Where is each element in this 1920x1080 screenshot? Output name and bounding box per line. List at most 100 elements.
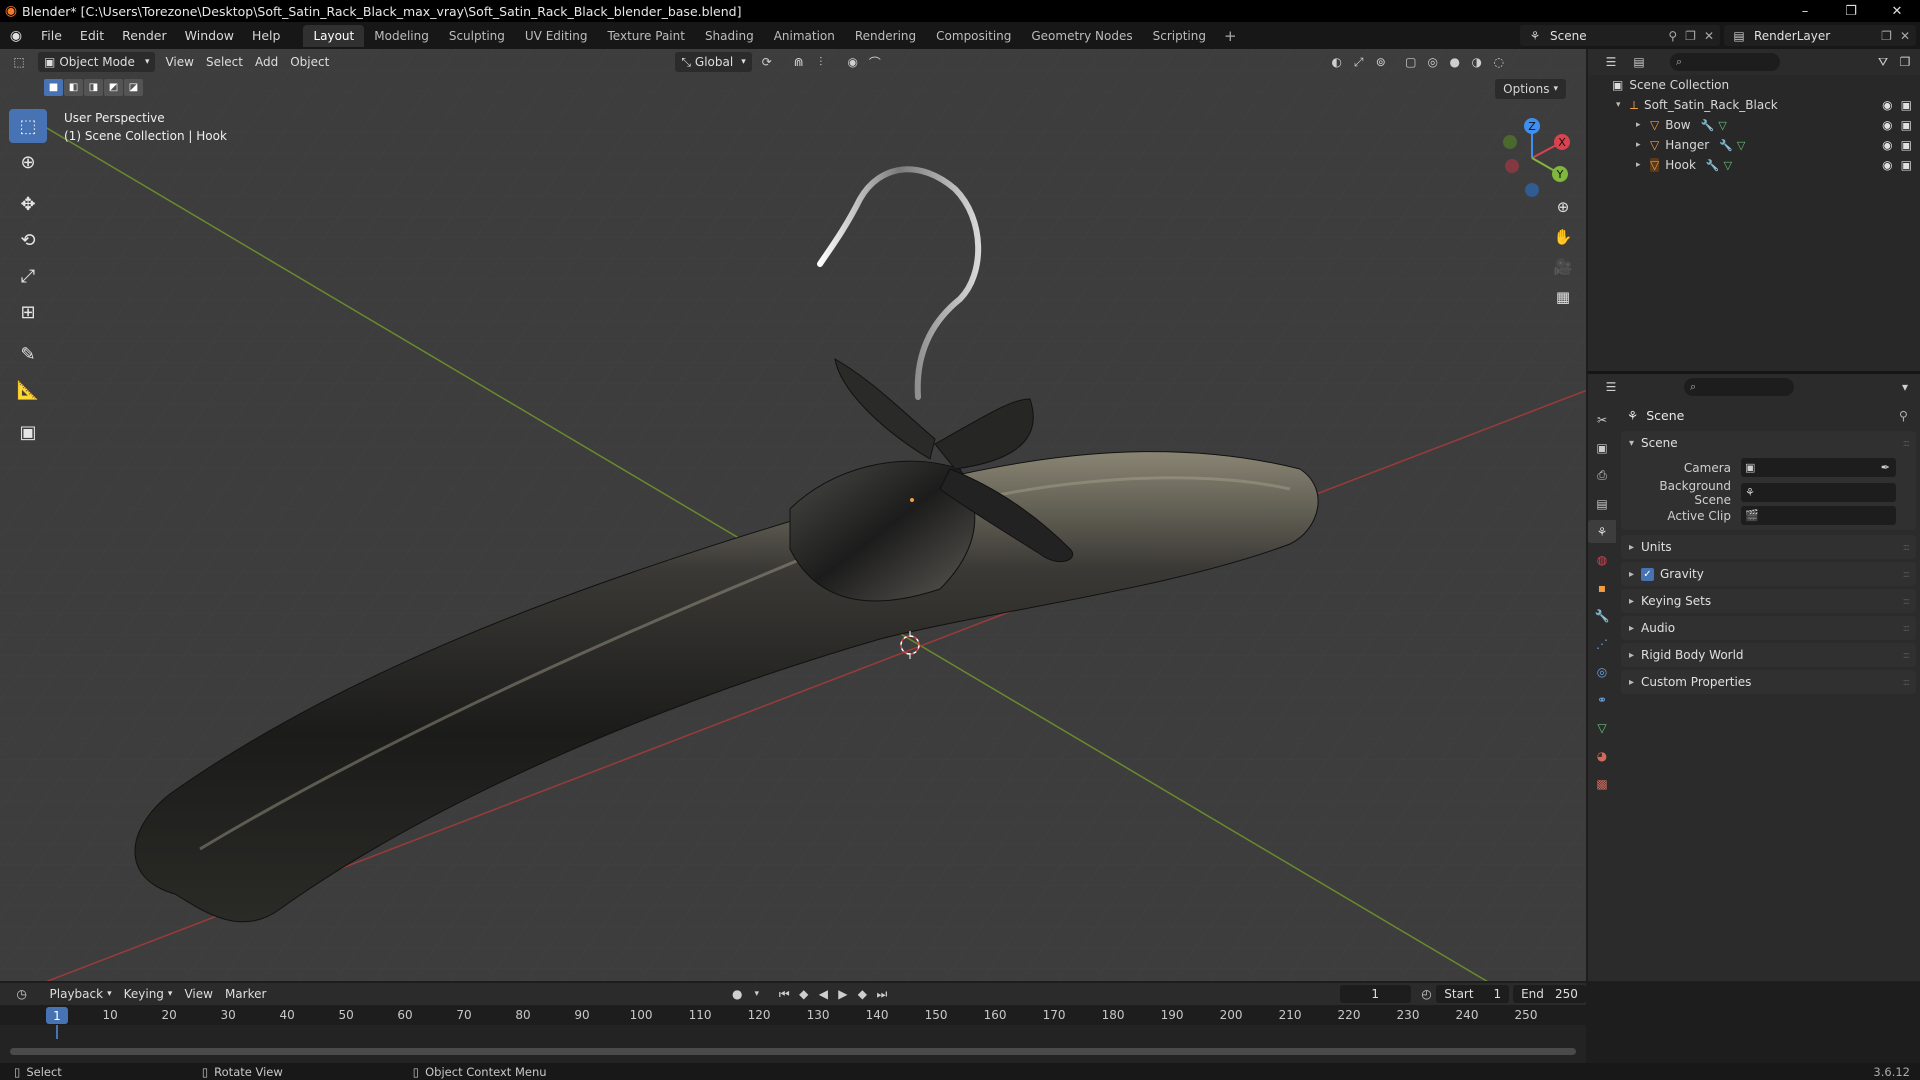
minimize-button[interactable]: – [1782,0,1828,22]
constraints-tab-icon[interactable]: ⚭ [1588,688,1616,711]
menu-edit[interactable]: Edit [71,28,113,43]
measure-tool-icon[interactable]: 📐 [9,373,47,407]
eyedropper-icon[interactable]: ✒ [1881,461,1890,474]
play-reverse-icon[interactable]: ◀ [814,984,834,1004]
modifier-wrench-icon[interactable]: 🔧 [1706,159,1720,172]
object-menu[interactable]: Object [284,52,335,72]
view-layer-tab-icon[interactable]: ▤ [1588,492,1616,515]
data-tab-icon[interactable]: ▽ [1588,716,1616,739]
transform-orientation-dropdown[interactable]: ⤡ Global ▾ [675,52,752,72]
properties-search-input[interactable]: ⌕ [1684,378,1794,396]
scene-panel-header[interactable]: ▾ Scene :::: [1621,431,1916,455]
new-scene-icon[interactable]: ❐ [1685,29,1696,43]
timeline-body[interactable] [0,1025,1586,1063]
gizmo-toggle-icon[interactable]: ⤢ [1348,52,1370,72]
particles-tab-icon[interactable]: ⋰ [1588,632,1616,655]
timeline-scrollbar[interactable] [10,1048,1576,1055]
gizmo-neg-x[interactable] [1505,159,1519,173]
start-frame-field[interactable]: Start 1 [1436,985,1510,1003]
rigid-body-world-panel-header[interactable]: ▸ Rigid Body World:::: [1621,643,1916,667]
eye-icon[interactable]: ◉ [1882,118,1892,132]
tab-modeling[interactable]: Modeling [364,25,439,47]
menu-help[interactable]: Help [243,28,290,43]
modifier-wrench-icon[interactable]: 🔧 [1701,119,1715,132]
filter-icon[interactable]: ⛛ [1872,52,1894,72]
pan-hand-icon[interactable]: ✋ [1548,224,1578,250]
expand-arrow-icon[interactable]: ▸ [1636,160,1650,170]
gizmo-neg-z[interactable] [1525,183,1539,197]
ortho-grid-icon[interactable]: ▦ [1548,284,1578,310]
outliner-row-hook[interactable]: ▸ ▽ Hook 🔧 ▽ ◉ ▣ [1588,155,1920,175]
select-box-tool-icon[interactable]: ⬚ [9,109,47,143]
gizmo-neg-y[interactable] [1503,135,1517,149]
active-clip-field[interactable]: 🎬 [1741,506,1896,525]
overlay-toggle-icon[interactable]: ⊚ [1370,52,1392,72]
visibility-icon[interactable]: ◐ [1326,52,1348,72]
subtract-selection-icon[interactable]: ◨ [84,79,103,96]
camera-render-icon[interactable]: ▣ [1901,98,1912,112]
background-scene-field[interactable]: ⚘ [1741,483,1896,502]
timeline-ruler[interactable]: 1 10 20 30 40 50 60 70 80 90 100 110 120 130 140 150 16… [0,1005,1586,1025]
tab-layout[interactable]: Layout [303,24,365,47]
cursor-tool-icon[interactable]: ⊕ [9,145,47,179]
camera-render-icon[interactable]: ▣ [1901,118,1912,132]
tab-rendering[interactable]: Rendering [845,25,926,47]
add-cube-tool-icon[interactable]: ▣ [9,415,47,449]
tab-scripting[interactable]: Scripting [1143,25,1216,47]
mesh-data-icon[interactable]: ▽ [1724,159,1732,172]
mesh-data-icon[interactable]: ▽ [1737,139,1745,152]
menu-window[interactable]: Window [176,28,243,43]
keying-sets-panel-header[interactable]: ▸ Keying Sets:::: [1621,589,1916,613]
audio-panel-header[interactable]: ▸ Audio:::: [1621,616,1916,640]
options-dropdown[interactable]: Options ▾ [1495,79,1566,99]
annotate-tool-icon[interactable]: ✎ [9,337,47,371]
snap-target-icon[interactable]: ⫶ [810,52,832,72]
jump-to-keyframe-back-icon[interactable]: ◆ [794,984,814,1004]
new-layer-icon[interactable]: ❐ [1881,29,1892,43]
view-menu[interactable]: View [159,52,199,72]
drag-handle-icon[interactable]: :::: [1903,569,1911,580]
tool-tab-icon[interactable]: ✂ [1588,408,1616,431]
drag-handle-icon[interactable]: :::: [1903,438,1911,449]
proportional-edit-icon[interactable]: ◉ [842,52,864,72]
outliner-row-bow[interactable]: ▸ ▽ Bow 🔧 ▽ ◉ ▣ [1588,115,1920,135]
expand-arrow-icon[interactable]: ▸ [1636,120,1650,130]
texture-tab-icon[interactable]: ▩ [1588,772,1616,795]
wireframe-shading-icon[interactable]: ◎ [1422,52,1444,72]
keying-menu[interactable]: Keying ▾ [118,984,179,1004]
pin-icon[interactable]: ⚲ [1899,408,1908,423]
tab-texture-paint[interactable]: Texture Paint [598,25,695,47]
camera-render-icon[interactable]: ▣ [1901,138,1912,152]
invert-selection-icon[interactable]: ◩ [104,79,123,96]
new-collection-icon[interactable]: ❐ [1894,52,1916,72]
navigation-gizmo[interactable]: X Z Y [1490,112,1578,200]
drag-handle-icon[interactable]: :::: [1903,542,1911,553]
camera-view-icon[interactable]: 🎥 [1548,254,1578,280]
timeline-editor-type-icon[interactable]: ◷ [12,984,32,1004]
move-tool-icon[interactable]: ✥ [9,187,47,221]
drag-handle-icon[interactable]: :::: [1903,677,1911,688]
menu-file[interactable]: File [32,28,71,43]
jump-to-end-icon[interactable]: ⏭ [872,984,892,1004]
current-frame-field[interactable]: 1 [1339,985,1411,1003]
playback-menu[interactable]: Playback ▾ [44,984,118,1004]
end-frame-field[interactable]: End 250 [1513,985,1586,1003]
transform-tool-icon[interactable]: ⊞ [9,295,47,329]
drag-handle-icon[interactable]: :::: [1903,623,1911,634]
delete-scene-icon[interactable]: ✕ [1704,29,1714,43]
properties-editor-type-icon[interactable]: ☰ [1600,377,1622,397]
jump-to-keyframe-forward-icon[interactable]: ◆ [853,984,873,1004]
scene-name[interactable]: Scene [1550,29,1668,43]
pin-icon[interactable]: ⚲ [1668,29,1677,43]
material-tab-icon[interactable]: ◕ [1588,744,1616,767]
rendered-shading-icon[interactable]: ◌ [1488,52,1510,72]
viewport-scene[interactable] [0,49,1586,981]
tab-uv-editing[interactable]: UV Editing [515,25,598,47]
intersect-selection-icon[interactable]: ◪ [124,79,143,96]
tab-compositing[interactable]: Compositing [926,25,1021,47]
3d-viewport[interactable]: ⬚ ▣ Object Mode ▾ View Select Add Object ⤡… [0,49,1586,981]
physics-tab-icon[interactable]: ◎ [1588,660,1616,683]
gravity-panel-header[interactable]: ▸ ✓ Gravity:::: [1621,562,1916,586]
snap-icon[interactable]: ⋒ [788,52,810,72]
mesh-data-icon[interactable]: ▽ [1718,119,1726,132]
